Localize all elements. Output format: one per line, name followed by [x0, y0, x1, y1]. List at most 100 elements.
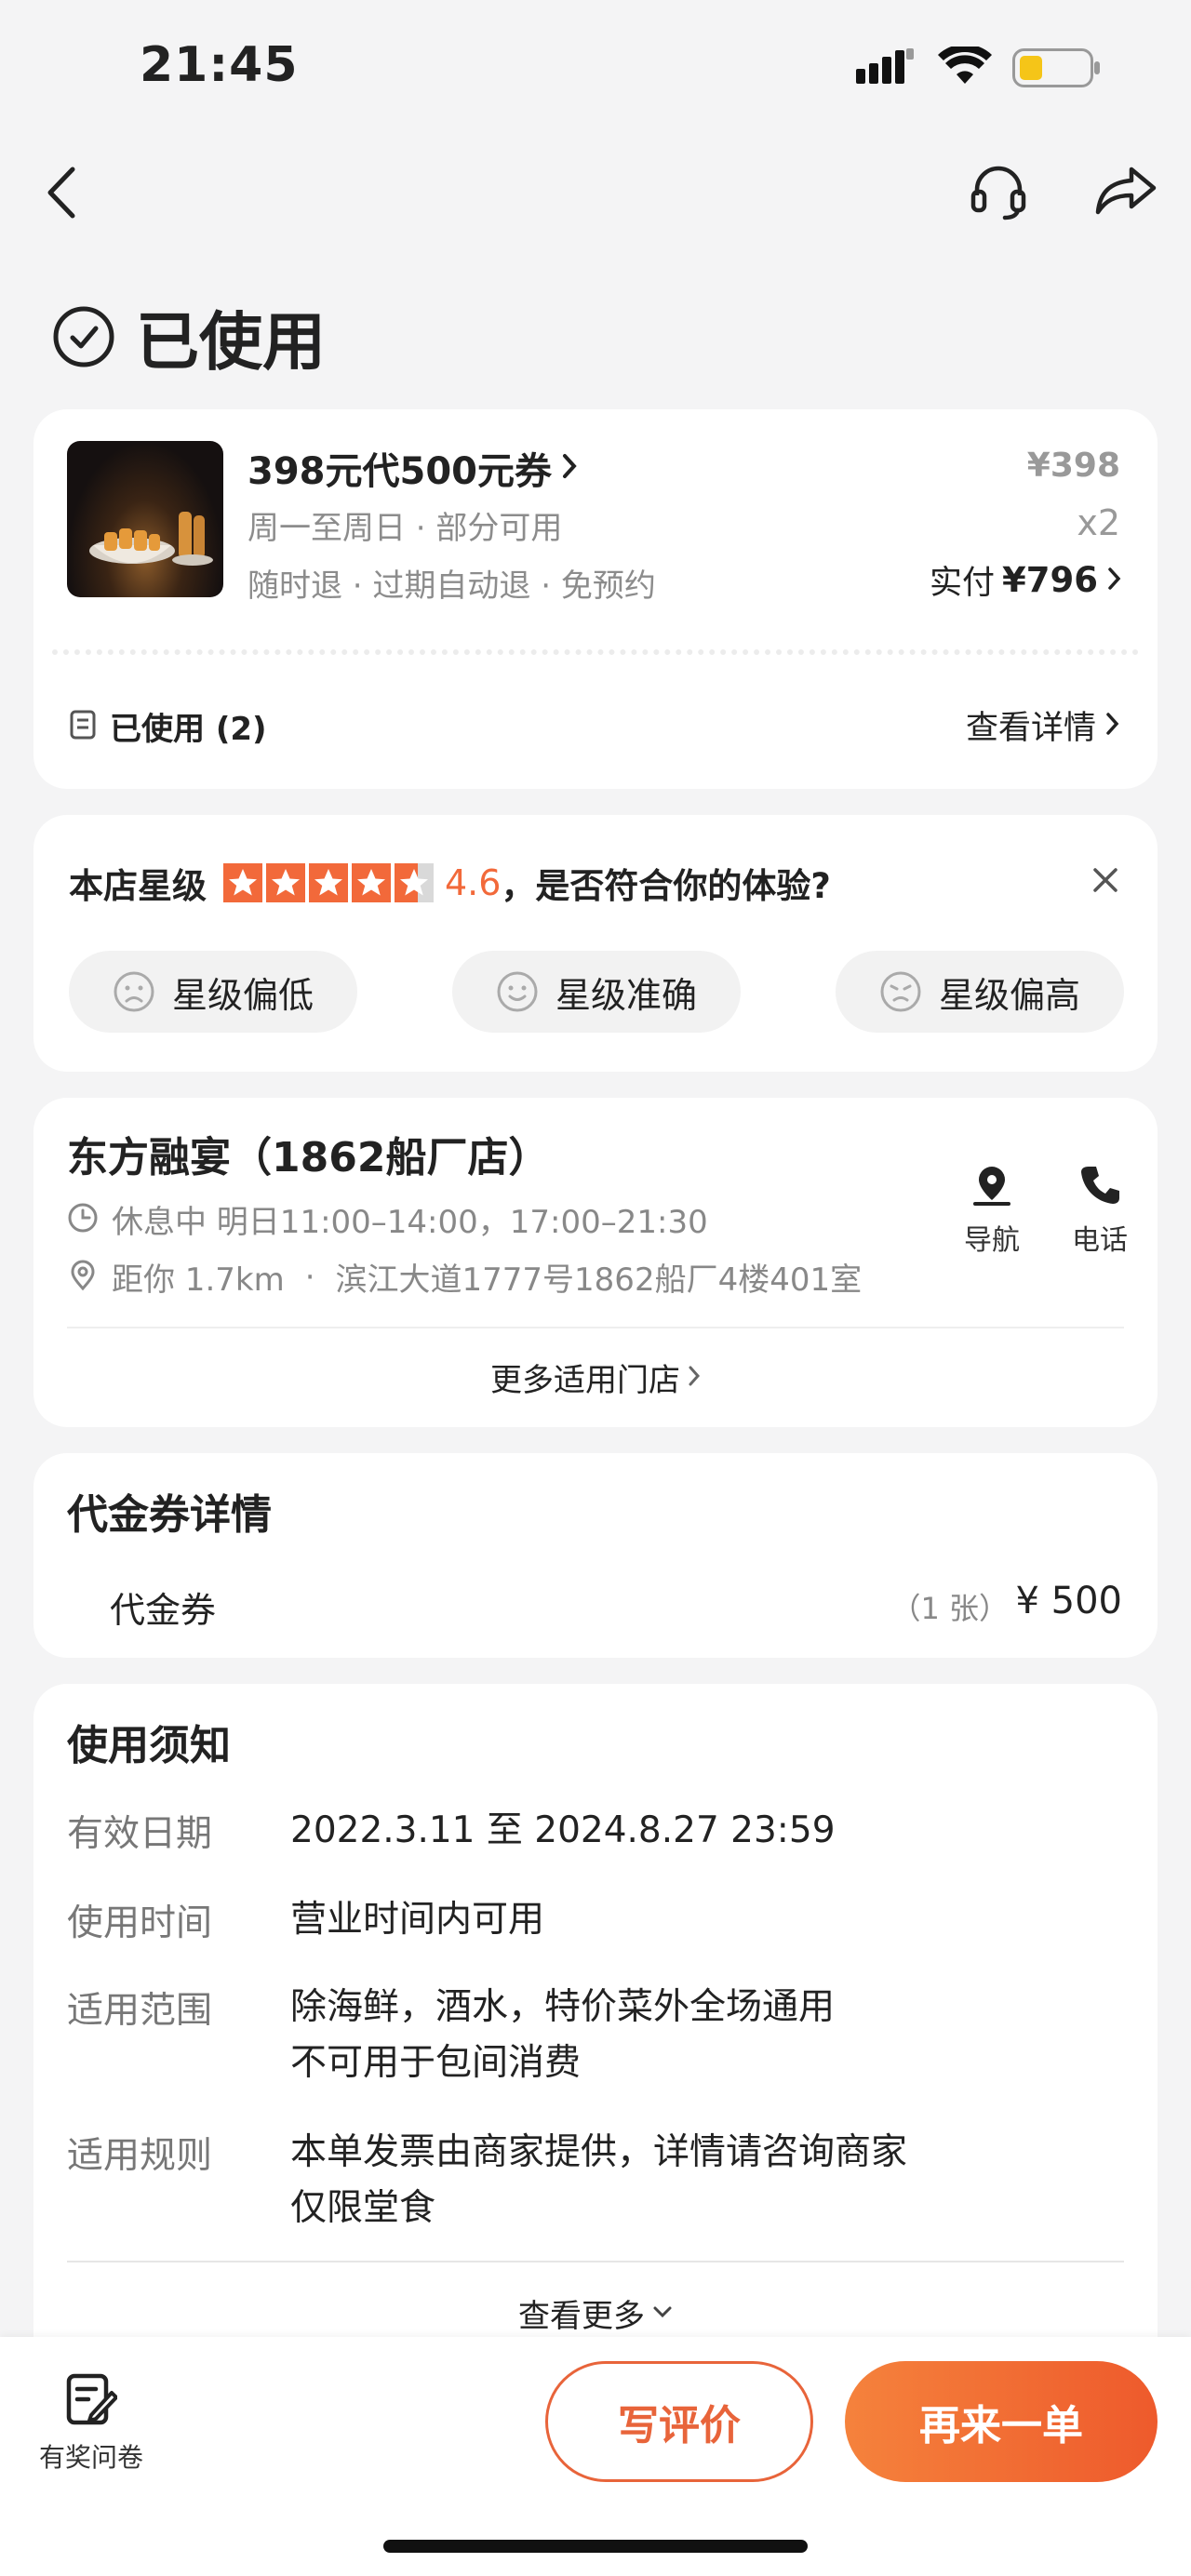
back-icon[interactable]	[45, 166, 82, 223]
deal-image[interactable]	[67, 441, 223, 597]
location-pin-icon	[67, 1260, 99, 1295]
paid-amount-link[interactable]: 实付 ¥796	[930, 556, 1122, 604]
phone-label: 电话	[1072, 1224, 1128, 1257]
rating-high-button[interactable]: 星级偏高	[836, 951, 1124, 1033]
rules-value-line1: 本单发票由商家提供，详情请咨询商家	[290, 2131, 908, 2173]
chevron-right-icon	[1107, 566, 1122, 595]
star-icon	[266, 863, 305, 902]
rating-question: ，是否符合你的体验?	[501, 866, 831, 906]
divider	[67, 2261, 1124, 2262]
chevron-right-icon	[561, 452, 578, 484]
close-icon[interactable]	[1092, 867, 1118, 897]
scope-label: 适用范围	[67, 1990, 213, 2032]
scope-value-line1: 除海鲜，酒水，特价菜外全场通用	[290, 1986, 836, 2028]
separator-dot: ·	[304, 1258, 315, 1296]
rating-score: 4.6	[445, 862, 502, 903]
rating-high-label: 星级偏高	[938, 974, 1080, 1016]
shop-hours-row: 休息中 明日11:00–14:00，17:00–21:30	[67, 1196, 708, 1242]
frown-face-icon	[880, 971, 921, 1012]
navigate-button[interactable]: 导航	[945, 1161, 1038, 1258]
shop-address-row[interactable]: 距你 1.7km · 滨江大道1777号1862船厂4楼401室	[67, 1254, 862, 1300]
chevron-right-icon	[1105, 711, 1120, 741]
survey-icon	[66, 2373, 118, 2425]
rating-card: 本店星级 4.6 ，是否符合你的体验? 星级偏低 星级准确 星级偏高	[33, 815, 1158, 1072]
status-title: 已使用	[136, 306, 327, 380]
voucher-count: （1 张）	[890, 1591, 1009, 1626]
status-time: 21:45	[140, 37, 299, 93]
reorder-label: 再来一单	[919, 2402, 1083, 2449]
see-more-link[interactable]: 查看更多	[0, 2290, 1191, 2336]
battery-icon	[1012, 48, 1102, 91]
sad-face-icon	[114, 971, 154, 1012]
divider	[67, 1327, 1124, 1328]
scope-value-line2: 不可用于包间消费	[290, 2042, 582, 2084]
bottom-bar: 有奖问卷 写评价 再来一单	[0, 2337, 1191, 2576]
deal-title-link[interactable]: 398元代500元券	[248, 441, 578, 495]
rating-accurate-button[interactable]: 星级准确	[452, 951, 741, 1033]
voucher-card: 代金券详情 代金券 （1 张） ¥ 500	[33, 1453, 1158, 1658]
write-review-button[interactable]: 写评价	[545, 2361, 813, 2482]
phone-icon	[1081, 1167, 1119, 1204]
order-card: 398元代500元券 周一至周日 · 部分可用 随时退 · 过期自动退 · 免预…	[33, 409, 1158, 789]
unit-price: ¥398	[1026, 447, 1120, 485]
shop-address: 滨江大道1777号1862船厂4楼401室	[335, 1261, 863, 1299]
rules-value-line2: 仅限堂食	[290, 2187, 436, 2229]
valid-date-value: 2022.3.11 至 2024.8.27 23:59	[290, 1809, 836, 1851]
star-icon	[223, 863, 262, 902]
navigation-icon	[973, 1167, 1010, 1206]
deal-policy: 随时退 · 过期自动退 · 免预约	[248, 567, 656, 605]
status-header: 已使用	[52, 290, 326, 382]
receipt-icon	[69, 709, 97, 744]
valid-date-label: 有效日期	[67, 1813, 213, 1855]
shop-hours: 休息中 明日11:00–14:00，17:00–21:30	[112, 1204, 708, 1241]
rating-prefix: 本店星级	[69, 866, 207, 906]
shop-name[interactable]: 东方融宴（1862船厂店）	[67, 1124, 549, 1183]
notice-heading: 使用须知	[67, 1722, 231, 1769]
survey-button[interactable]: 有奖问卷	[26, 2372, 156, 2475]
smile-face-icon	[497, 971, 538, 1012]
wifi-icon	[938, 44, 992, 89]
view-detail-link[interactable]: 查看详情	[966, 701, 1120, 749]
rules-label: 适用规则	[67, 2135, 213, 2177]
notice-card: 使用须知	[33, 1684, 1158, 2391]
chevron-down-icon	[652, 2304, 673, 2322]
paid-amount: ¥796	[1002, 560, 1098, 600]
rating-accurate-label: 星级准确	[555, 974, 697, 1016]
voucher-heading: 代金券详情	[67, 1491, 272, 1539]
navigate-label: 导航	[964, 1224, 1020, 1257]
deal-title: 398元代500元券	[248, 450, 552, 493]
deal-days: 周一至周日 · 部分可用	[248, 510, 563, 547]
used-count: 已使用 (2)	[110, 711, 267, 748]
reorder-button[interactable]: 再来一单	[845, 2361, 1158, 2482]
view-detail-label: 查看详情	[965, 710, 1096, 747]
customer-service-icon[interactable]	[970, 162, 1027, 225]
quantity: x2	[1077, 502, 1120, 543]
rating-low-label: 星级偏低	[171, 974, 314, 1016]
share-icon[interactable]	[1094, 164, 1159, 220]
use-time-value: 营业时间内可用	[290, 1899, 545, 1941]
signal-icon	[856, 48, 914, 89]
dotted-divider	[52, 649, 1139, 655]
rating-question-row: 本店星级 4.6 ，是否符合你的体验?	[69, 858, 831, 908]
star-icon	[309, 863, 348, 902]
use-time-label: 使用时间	[67, 1902, 213, 1944]
star-half-icon	[395, 863, 434, 902]
phone-button[interactable]: 电话	[1053, 1161, 1146, 1258]
used-count-row: 已使用 (2)	[69, 703, 267, 749]
more-stores-label: 更多适用门店	[490, 1362, 680, 1399]
chevron-right-icon	[688, 1365, 701, 1391]
star-rating	[223, 863, 437, 902]
paid-label: 实付	[930, 565, 996, 602]
more-stores-link[interactable]: 更多适用门店	[33, 1355, 1158, 1400]
write-review-label: 写评价	[618, 2402, 741, 2449]
check-circle-icon	[52, 305, 115, 368]
shop-card: 东方融宴（1862船厂店） 休息中 明日11:00–14:00，17:00–21…	[33, 1098, 1158, 1427]
star-icon	[352, 863, 391, 902]
home-indicator[interactable]	[383, 2540, 808, 2553]
voucher-value: ¥ 500	[1015, 1580, 1122, 1622]
voucher-name: 代金券	[110, 1590, 217, 1631]
survey-label: 有奖问卷	[38, 2442, 143, 2473]
shop-distance: 距你 1.7km	[112, 1261, 285, 1299]
rating-low-button[interactable]: 星级偏低	[69, 951, 357, 1033]
see-more-label: 查看更多	[518, 2298, 645, 2335]
